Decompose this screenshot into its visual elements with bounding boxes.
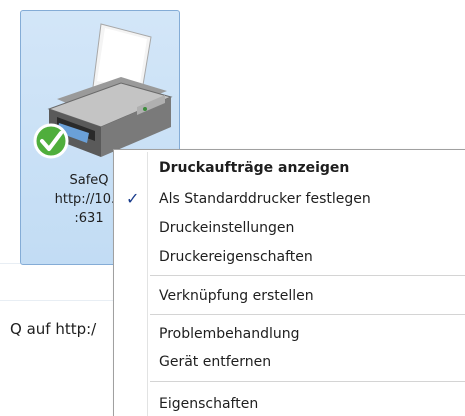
menu-item-print-preferences[interactable]: Druckeinstellungen — [116, 216, 465, 240]
menu-item-troubleshoot[interactable]: Problembehandlung — [116, 322, 465, 346]
menu-item-label: Gerät entfernen — [159, 354, 272, 370]
menu-item-label: Eigenschaften — [159, 396, 259, 412]
menu-item-label: Problembehandlung — [159, 326, 300, 342]
menu-item-set-default-printer[interactable]: ✓ Als Standarddrucker festlegen — [116, 187, 465, 211]
printer-icon — [29, 19, 189, 169]
device-description-text: Q auf http:/ — [10, 320, 97, 338]
context-menu: Druckaufträge anzeigen ✓ Als Standarddru… — [113, 149, 465, 416]
menu-item-label: Druckereigenschaften — [159, 249, 313, 265]
menu-item-label: Druckeinstellungen — [159, 220, 295, 236]
menu-item-create-shortcut[interactable]: Verknüpfung erstellen — [116, 284, 465, 308]
menu-item-label: Verknüpfung erstellen — [159, 288, 314, 304]
menu-separator — [150, 314, 465, 315]
menu-separator — [150, 381, 465, 382]
menu-separator — [150, 275, 465, 276]
menu-item-printer-properties[interactable]: Druckereigenschaften — [116, 245, 465, 269]
menu-item-remove-device[interactable]: Gerät entfernen — [116, 350, 465, 374]
checkmark-icon: ✓ — [126, 189, 140, 208]
menu-item-label: Als Standarddrucker festlegen — [159, 191, 371, 207]
menu-item-show-print-jobs[interactable]: Druckaufträge anzeigen — [116, 156, 465, 180]
menu-item-properties[interactable]: Eigenschaften — [116, 392, 465, 416]
menu-item-label: Druckaufträge anzeigen — [159, 160, 350, 176]
